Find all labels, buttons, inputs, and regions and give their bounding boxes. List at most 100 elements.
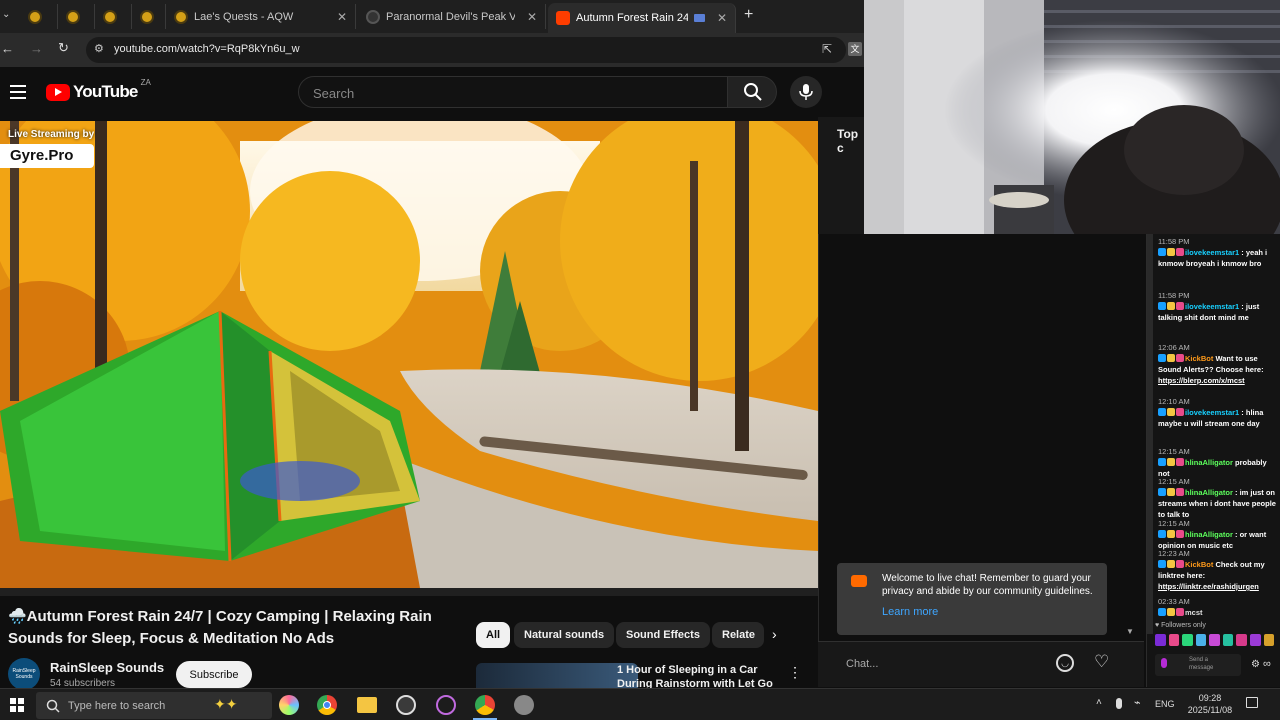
youtube-play-icon	[46, 83, 70, 101]
chat-username[interactable]: mcst	[1185, 608, 1203, 617]
chat-username[interactable]: ilovekeemstar1	[1185, 302, 1239, 311]
chip-sound-effects[interactable]: Sound Effects	[616, 622, 710, 648]
chat-username[interactable]: ilovekeemstar1	[1185, 248, 1239, 257]
emote-bar[interactable]	[1155, 634, 1275, 648]
app-icon[interactable]	[514, 695, 534, 715]
top-chat-label[interactable]: Top c	[837, 127, 864, 155]
browser-tab-paranormal[interactable]: Paranormal Devil's Peak Videos ✕	[358, 4, 546, 29]
taskbar-search[interactable]: Type here to search ✦✦	[36, 692, 272, 719]
scroll-down-icon[interactable]: ▼	[1126, 627, 1134, 636]
user-badge-icon	[1176, 530, 1184, 538]
site-info-icon[interactable]: ⚙	[94, 42, 104, 55]
user-badge-icon	[1167, 488, 1175, 496]
tab-list-chevron-icon[interactable]: ⌄	[2, 9, 10, 20]
emoji-icon[interactable]: ◡	[1056, 654, 1074, 672]
voice-search-button[interactable]	[790, 76, 822, 108]
snipping-tool-icon[interactable]	[436, 695, 456, 715]
browser-toolbar: ← → ↻ ⚙ youtube.com/watch?v=RqP8kYn6u_w …	[0, 33, 864, 67]
heart-icon[interactable]: ♡	[1094, 652, 1109, 672]
channel-avatar-text: RainSleep Sounds	[12, 668, 36, 680]
search-icon	[46, 699, 60, 713]
user-badge-icon	[1158, 408, 1166, 416]
message-body: hlinaAlligator : im just on streams when…	[1158, 487, 1276, 520]
user-badge-icon	[1158, 458, 1166, 466]
browser-tab-strip: ⌄ Lae's Quests - AQW ✕ Paranormal Devil'…	[0, 0, 864, 33]
channel-avatar[interactable]: RainSleep Sounds	[8, 658, 40, 690]
user-badge-icon	[1176, 354, 1184, 362]
search-button[interactable]	[727, 76, 777, 108]
file-explorer-icon[interactable]	[357, 697, 377, 713]
browser-tab-autumn-forest[interactable]: Autumn Forest Rain 24/7 ✕	[548, 3, 736, 33]
youtube-logo[interactable]: YouTube ZA	[46, 78, 151, 102]
browser-tab-1[interactable]	[20, 4, 58, 29]
settings-icon[interactable]: ⚙	[1251, 659, 1260, 670]
chip-related[interactable]: Relate	[712, 622, 764, 648]
browser-tab-3[interactable]	[95, 4, 132, 29]
chat-link[interactable]: https://linktr.ee/rashidjurgen	[1158, 581, 1276, 592]
language-indicator[interactable]: ENG	[1155, 699, 1175, 709]
chat-input[interactable]: Chat...	[846, 658, 878, 670]
more-options-icon[interactable]: ⋮	[788, 664, 802, 681]
menu-icon[interactable]	[10, 85, 26, 99]
channel-name[interactable]: RainSleep Sounds	[50, 660, 164, 675]
user-badge-icon	[1167, 248, 1175, 256]
tab-label: Lae's Quests - AQW	[194, 10, 294, 23]
chip-natural-sounds[interactable]: Natural sounds	[514, 622, 615, 648]
user-badge-icon	[1176, 408, 1184, 416]
windows-start-icon[interactable]	[10, 698, 24, 712]
infinity-icon[interactable]: ∞	[1263, 658, 1271, 670]
tab-label: Paranormal Devil's Peak Videos	[386, 10, 515, 23]
browser-tab-laes-quests[interactable]: Lae's Quests - AQW ✕	[166, 4, 356, 29]
search-input[interactable]: Search	[298, 76, 728, 108]
stream-chat-scrollbar[interactable]	[1147, 234, 1153, 634]
related-video-thumbnail[interactable]	[476, 663, 638, 688]
chat-message: 12:06 AM KickBot Want to use Sound Alerts…	[1158, 342, 1276, 386]
obs-icon[interactable]	[396, 695, 416, 715]
user-badge-icon	[1158, 608, 1166, 616]
notification-icon[interactable]	[1246, 697, 1258, 708]
chat-message: 11:58 PM ilovekeemstar1 : just talking sh…	[1158, 290, 1276, 323]
user-badge-icon	[1167, 608, 1175, 616]
address-bar[interactable]: ⚙ youtube.com/watch?v=RqP8kYn6u_w ⇱	[86, 37, 846, 63]
video-player[interactable]: Live Streaming by Gyre.Pro	[0, 121, 818, 588]
clock-time: 09:28	[1198, 693, 1222, 703]
chat-message: 12:23 AM KickBot Check out my linktree he…	[1158, 548, 1276, 592]
chrome-active-icon[interactable]	[475, 695, 495, 715]
close-tab-icon[interactable]: ✕	[527, 10, 537, 24]
install-app-icon[interactable]: ⇱	[822, 42, 832, 56]
video-progress-area[interactable]	[0, 588, 818, 596]
related-video-title[interactable]: 1 Hour of Sleeping in a Car During Rains…	[617, 663, 777, 688]
clock[interactable]: 09:28 2025/11/08	[1186, 692, 1234, 716]
forward-icon[interactable]: →	[30, 41, 43, 56]
chip-all[interactable]: All	[476, 622, 511, 648]
translate-icon[interactable]: 文	[848, 42, 862, 56]
chrome-icon[interactable]	[317, 695, 337, 715]
microphone-icon	[799, 84, 813, 100]
youtube-small-icon	[851, 575, 867, 587]
taskbar-search-placeholder: Type here to search	[68, 700, 166, 712]
chat-username[interactable]: ilovekeemstar1	[1185, 408, 1239, 417]
chat-username[interactable]: hlinaAlligator	[1185, 458, 1233, 467]
message-time: 02:33 AM	[1158, 597, 1190, 606]
reload-icon[interactable]: ↻	[58, 40, 69, 56]
learn-more-link[interactable]: Learn more	[882, 606, 938, 618]
browser-tab-4[interactable]	[132, 4, 166, 29]
chat-username[interactable]: KickBot	[1185, 354, 1213, 363]
chevron-right-icon[interactable]: ›	[772, 626, 777, 642]
chat-username[interactable]: hlinaAlligator	[1185, 530, 1233, 539]
close-tab-icon[interactable]: ✕	[337, 10, 347, 24]
chat-link[interactable]: https://blerp.com/x/mcst	[1158, 375, 1276, 386]
back-icon[interactable]: ←	[1, 41, 14, 56]
chat-welcome-banner: Welcome to live chat! Remember to guard …	[837, 563, 1107, 635]
message-body: mcst	[1158, 607, 1276, 618]
show-hidden-icons[interactable]: ˄	[1096, 697, 1102, 708]
mic-tray-icon[interactable]	[1116, 698, 1122, 709]
copilot-icon[interactable]	[279, 695, 299, 715]
chat-username[interactable]: hlinaAlligator	[1185, 488, 1233, 497]
chat-username[interactable]: KickBot	[1185, 560, 1213, 569]
subscribe-button[interactable]: Subscribe	[176, 661, 252, 688]
close-tab-icon[interactable]: ✕	[717, 11, 727, 25]
new-tab-button[interactable]: +	[744, 6, 753, 24]
browser-tab-2[interactable]	[58, 4, 95, 29]
send-message-input[interactable]: Send a message	[1155, 654, 1241, 676]
